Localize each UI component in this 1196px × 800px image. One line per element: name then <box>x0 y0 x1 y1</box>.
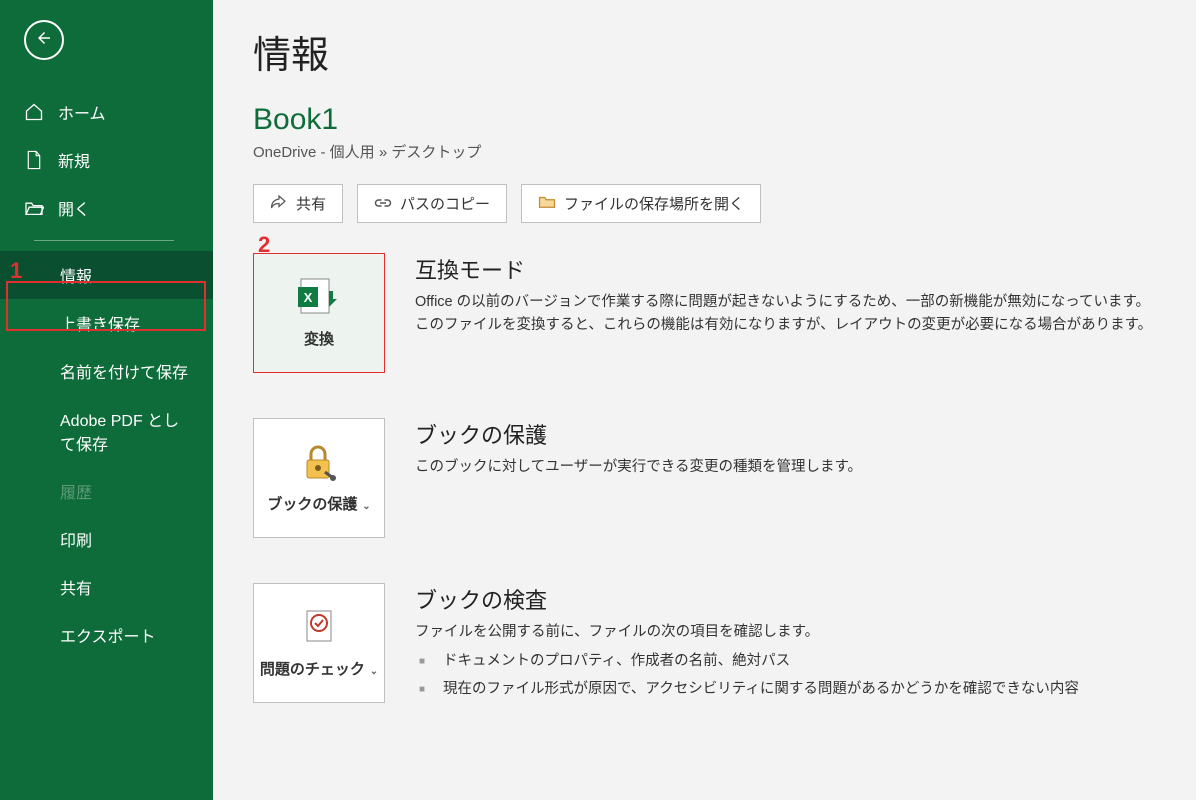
protect-workbook-button[interactable]: ブックの保護 ⌄ <box>253 418 385 538</box>
inspect-item: ドキュメントのプロパティ、作成者の名前、絶対パス <box>415 648 1156 676</box>
share-button[interactable]: 共有 <box>253 184 343 223</box>
sidebar-label-print: 印刷 <box>60 527 92 551</box>
chevron-down-icon: ⌄ <box>359 501 370 512</box>
check-issues-button-label: 問題のチェック ⌄ <box>260 660 378 680</box>
protect-button-label: ブックの保護 ⌄ <box>267 495 370 515</box>
document-title: Book1 <box>253 103 1156 137</box>
protect-title: ブックの保護 <box>415 418 1156 450</box>
inspect-document-icon <box>299 607 339 652</box>
sidebar-item-save[interactable]: 上書き保存 <box>0 299 213 347</box>
sidebar-item-home[interactable]: ホーム <box>0 88 213 136</box>
sidebar-label-history: 履歴 <box>60 479 92 503</box>
new-file-icon <box>24 150 44 170</box>
inspect-content: ブックの検査 ファイルを公開する前に、ファイルの次の項目を確認します。 ドキュメ… <box>415 583 1156 704</box>
inspect-desc: ファイルを公開する前に、ファイルの次の項目を確認します。 <box>415 621 1156 644</box>
sidebar-divider <box>34 240 174 241</box>
share-icon <box>270 194 288 214</box>
sidebar-item-open[interactable]: 開く <box>0 184 213 232</box>
protect-section: ブックの保護 ⌄ ブックの保護 このブックに対してユーザーが実行できる変更の種類… <box>253 418 1156 538</box>
compat-mode-section: X 変換 互換モード Office の以前のバージョンで作業する際に問題が起きな… <box>253 253 1156 373</box>
open-location-button[interactable]: ファイルの保存場所を開く <box>521 184 761 223</box>
open-location-button-label: ファイルの保存場所を開く <box>564 193 744 214</box>
sidebar-item-history: 履歴 <box>0 467 213 515</box>
compat-title: 互換モード <box>415 253 1156 285</box>
sidebar-label-open: 開く <box>58 196 90 220</box>
sidebar-item-print[interactable]: 印刷 <box>0 515 213 563</box>
open-folder-icon <box>24 198 44 218</box>
sidebar-label-info: 情報 <box>60 263 92 287</box>
back-button[interactable] <box>24 20 64 60</box>
protect-desc: このブックに対してユーザーが実行できる変更の種類を管理します。 <box>415 456 1156 479</box>
annotation-1: 1 <box>10 258 22 284</box>
inspect-item-list: ドキュメントのプロパティ、作成者の名前、絶対パス 現在のファイル形式が原因で、ア… <box>415 648 1156 704</box>
compat-desc: Office の以前のバージョンで作業する際に問題が起きないようにするため、一部… <box>415 291 1156 337</box>
action-buttons-row: 共有 パスのコピー ファイルの保存場所を開く <box>253 184 1156 223</box>
copy-path-button-label: パスのコピー <box>400 193 490 214</box>
compat-content: 互換モード Office の以前のバージョンで作業する際に問題が起きないようにす… <box>415 253 1156 373</box>
sidebar-item-export[interactable]: エクスポート <box>0 611 213 659</box>
breadcrumb: OneDrive - 個人用 » デスクトップ <box>253 141 1156 162</box>
page-title: 情報 <box>253 24 1156 79</box>
sidebar-item-info[interactable]: 情報 <box>0 251 213 299</box>
annotation-2: 2 <box>258 232 270 258</box>
lock-icon <box>299 442 339 487</box>
back-arrow-icon <box>35 29 53 52</box>
protect-content: ブックの保護 このブックに対してユーザーが実行できる変更の種類を管理します。 <box>415 418 1156 538</box>
sidebar-item-new[interactable]: 新規 <box>0 136 213 184</box>
excel-convert-icon: X <box>297 277 341 322</box>
copy-path-button[interactable]: パスのコピー <box>357 184 507 223</box>
sidebar-item-share[interactable]: 共有 <box>0 563 213 611</box>
sidebar-label-share: 共有 <box>60 575 92 599</box>
sidebar-label-home: ホーム <box>58 100 106 124</box>
svg-text:X: X <box>304 290 313 305</box>
main-content: 情報 Book1 OneDrive - 個人用 » デスクトップ 共有 パスのコ… <box>213 0 1196 800</box>
convert-button-label: 変換 <box>304 330 334 350</box>
sidebar-label-export: エクスポート <box>60 623 156 647</box>
backstage-sidebar: ホーム 新規 開く 情報 上書き保存 名前を付けて保存 Adobe PDF とし… <box>0 0 213 800</box>
check-issues-button[interactable]: 問題のチェック ⌄ <box>253 583 385 703</box>
share-button-label: 共有 <box>296 193 326 214</box>
inspect-title: ブックの検査 <box>415 583 1156 615</box>
sidebar-label-new: 新規 <box>58 148 90 172</box>
link-icon <box>374 195 392 212</box>
sidebar-label-saveas: 名前を付けて保存 <box>60 359 188 383</box>
sidebar-label-save: 上書き保存 <box>60 311 140 335</box>
inspect-item: 現在のファイル形式が原因で、アクセシビリティに関する問題があるかどうかを確認でき… <box>415 676 1156 704</box>
sidebar-item-adobepdf[interactable]: Adobe PDF として保存 <box>0 395 213 467</box>
convert-button[interactable]: X 変換 <box>253 253 385 373</box>
sidebar-label-adobepdf: Adobe PDF として保存 <box>60 407 189 455</box>
home-icon <box>24 102 44 122</box>
folder-icon <box>538 195 556 213</box>
sidebar-item-saveas[interactable]: 名前を付けて保存 <box>0 347 213 395</box>
chevron-down-icon: ⌄ <box>367 666 378 677</box>
inspect-section: 問題のチェック ⌄ ブックの検査 ファイルを公開する前に、ファイルの次の項目を確… <box>253 583 1156 704</box>
